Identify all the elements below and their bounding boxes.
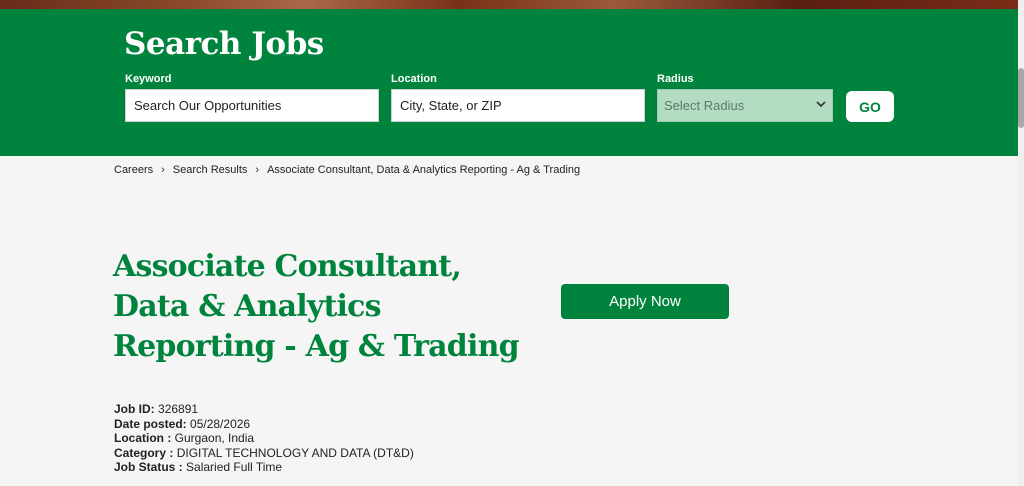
radius-label: Radius bbox=[657, 73, 694, 85]
chevron-down-icon bbox=[816, 100, 826, 111]
location-key: Location : bbox=[114, 431, 172, 445]
chevron-right-icon: › bbox=[255, 164, 260, 176]
search-title: Search Jobs bbox=[124, 26, 324, 62]
date-posted-value: 05/28/2026 bbox=[190, 416, 251, 431]
location-label: Location bbox=[391, 73, 437, 85]
job-detail-row: Category : DIGITAL TECHNOLOGY AND DATA (… bbox=[114, 446, 414, 461]
breadcrumb-careers[interactable]: Careers bbox=[114, 164, 153, 176]
apply-now-button[interactable]: Apply Now bbox=[561, 284, 729, 319]
chevron-right-icon: › bbox=[161, 164, 165, 176]
breadcrumb-search-results[interactable]: Search Results bbox=[173, 164, 248, 176]
radius-select[interactable]: Select Radius bbox=[657, 89, 833, 122]
location-input[interactable] bbox=[391, 89, 645, 122]
top-banner-strip bbox=[0, 0, 1024, 9]
job-detail-row: Job Status : Salaried Full Time bbox=[114, 460, 414, 475]
job-id-value: 326891 bbox=[158, 402, 199, 416]
keyword-label: Keyword bbox=[125, 73, 172, 85]
job-detail-row: Date posted: 05/28/2026 bbox=[114, 417, 414, 432]
job-details: Job ID: 326891 Date posted: 05/28/2026 L… bbox=[114, 402, 414, 475]
keyword-input[interactable] bbox=[125, 89, 379, 122]
page-scrollbar[interactable] bbox=[1018, 0, 1024, 486]
scrollbar-thumb[interactable] bbox=[1018, 68, 1024, 128]
job-title: Associate Consultant, Data & Analytics R… bbox=[113, 249, 520, 364]
job-detail-row: Job ID: 326891 bbox=[114, 402, 414, 417]
go-button[interactable]: GO bbox=[846, 91, 894, 122]
job-id-key: Job ID: bbox=[114, 402, 155, 416]
breadcrumb-current-job: Associate Consultant, Data & Analytics R… bbox=[267, 164, 581, 176]
radius-selected-value: Select Radius bbox=[664, 98, 745, 113]
search-hero: Search Jobs Keyword Location Radius Sele… bbox=[0, 9, 1018, 156]
category-value: DIGITAL TECHNOLOGY AND DATA (DT&D) bbox=[176, 445, 414, 460]
job-status-key: Job Status : bbox=[114, 460, 183, 474]
job-detail-row: Location : Gurgaon, India bbox=[114, 431, 414, 446]
location-value: Gurgaon, India bbox=[174, 431, 255, 445]
category-key: Category : bbox=[114, 445, 174, 460]
job-status-value: Salaried Full Time bbox=[186, 460, 283, 474]
breadcrumb: Careers › Search Results › Associate Con… bbox=[114, 164, 580, 176]
date-posted-key: Date posted: bbox=[114, 416, 187, 431]
